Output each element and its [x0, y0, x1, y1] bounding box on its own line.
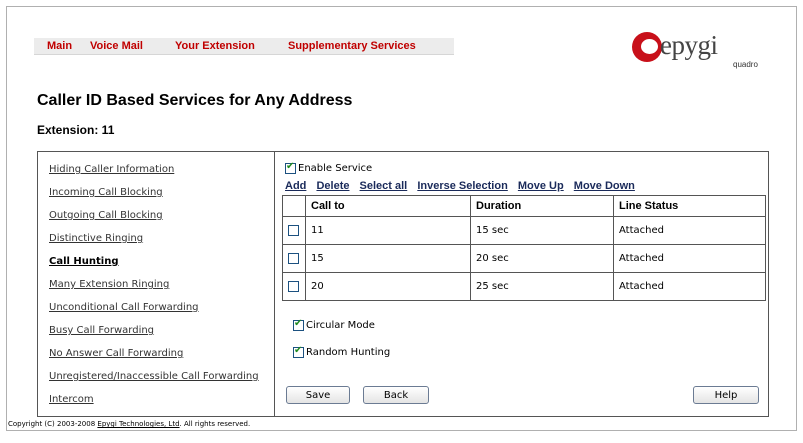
call-to-cell: 11: [305, 216, 471, 245]
top-nav: Main Voice Mail Your Extension Supplemen…: [34, 38, 454, 55]
main-panel: Hiding Caller Information Incoming Call …: [37, 151, 769, 417]
sidebar-item-hiding-caller-information[interactable]: Hiding Caller Information: [49, 164, 174, 175]
duration-cell: 20 sec: [470, 244, 614, 273]
sidebar-item-call-hunting[interactable]: Call Hunting: [49, 256, 119, 267]
sidebar-item-many-extension-ringing[interactable]: Many Extension Ringing: [49, 279, 169, 290]
help-button[interactable]: Help: [693, 386, 759, 404]
delete-link[interactable]: Delete: [316, 180, 349, 192]
row-select-cell: [282, 272, 306, 301]
table-header-row: Call to Duration Line Status: [282, 195, 766, 217]
sidebar-item-no-answer-call-forwarding[interactable]: No Answer Call Forwarding: [49, 348, 183, 359]
row-select-cell: [282, 244, 306, 273]
table-row: 15 20 sec Attached: [282, 244, 766, 273]
duration-header: Duration: [470, 195, 614, 217]
enable-service-checkbox[interactable]: [285, 161, 296, 174]
footer-suffix: . All rights reserved.: [179, 420, 251, 428]
footer-company-link[interactable]: Epygi Technologies, Ltd: [97, 420, 179, 428]
logo-text: epygi: [660, 30, 718, 60]
extension-label: Extension: 11: [37, 123, 115, 137]
save-button[interactable]: Save: [286, 386, 350, 404]
call-to-header: Call to: [305, 195, 471, 217]
line-status-cell: Attached: [613, 272, 766, 301]
footer-prefix: Copyright (C) 2003-2008: [8, 420, 98, 428]
circular-mode-label: Circular Mode: [306, 320, 375, 331]
logo-subtext: quadro: [733, 60, 758, 69]
epygi-logo: epygi quadro: [632, 30, 762, 72]
move-down-link[interactable]: Move Down: [574, 180, 635, 192]
sidebar: Hiding Caller Information Incoming Call …: [38, 152, 275, 416]
line-status-cell: Attached: [613, 216, 766, 245]
random-hunting-checkbox[interactable]: [293, 345, 304, 358]
nav-your-extension[interactable]: Your Extension: [175, 40, 255, 52]
hunting-table: Call to Duration Line Status 11 15 sec A…: [282, 195, 766, 301]
sidebar-item-unregistered-call-forwarding[interactable]: Unregistered/Inaccessible Call Forwardin…: [49, 371, 259, 382]
circular-mode-checkbox[interactable]: [293, 318, 304, 331]
row-select-cell: [282, 216, 306, 245]
copyright-footer: Copyright (C) 2003-2008 Epygi Technologi…: [8, 420, 250, 428]
move-up-link[interactable]: Move Up: [518, 180, 564, 192]
sidebar-item-distinctive-ringing[interactable]: Distinctive Ringing: [49, 233, 143, 244]
nav-voice-mail[interactable]: Voice Mail: [90, 40, 143, 52]
random-hunting-label: Random Hunting: [306, 347, 391, 358]
add-link[interactable]: Add: [285, 180, 306, 192]
inverse-selection-link[interactable]: Inverse Selection: [417, 180, 508, 192]
duration-cell: 15 sec: [470, 216, 614, 245]
call-to-cell: 20: [305, 272, 471, 301]
call-to-cell: 15: [305, 244, 471, 273]
table-row: 11 15 sec Attached: [282, 216, 766, 245]
action-links: Add Delete Select all Inverse Selection …: [285, 180, 642, 192]
page-title: Caller ID Based Services for Any Address: [37, 92, 353, 109]
sidebar-item-unconditional-call-forwarding[interactable]: Unconditional Call Forwarding: [49, 302, 199, 313]
row-checkbox[interactable]: [288, 281, 299, 292]
row-checkbox[interactable]: [288, 225, 299, 236]
row-checkbox[interactable]: [288, 253, 299, 264]
line-status-header: Line Status: [613, 195, 766, 217]
duration-cell: 25 sec: [470, 272, 614, 301]
logo-mark-icon: [632, 32, 662, 62]
table-row: 20 25 sec Attached: [282, 272, 766, 301]
enable-service-label: Enable Service: [298, 163, 373, 174]
nav-supplementary-services[interactable]: Supplementary Services: [288, 40, 416, 52]
sidebar-item-busy-call-forwarding[interactable]: Busy Call Forwarding: [49, 325, 154, 336]
line-status-cell: Attached: [613, 244, 766, 273]
sidebar-item-intercom[interactable]: Intercom: [49, 394, 94, 405]
sidebar-item-incoming-call-blocking[interactable]: Incoming Call Blocking: [49, 187, 163, 198]
content-area: Enable Service Add Delete Select all Inv…: [276, 152, 768, 416]
back-button[interactable]: Back: [363, 386, 429, 404]
nav-main[interactable]: Main: [47, 40, 72, 52]
sidebar-item-outgoing-call-blocking[interactable]: Outgoing Call Blocking: [49, 210, 163, 221]
select-header: [282, 195, 306, 217]
select-all-link[interactable]: Select all: [360, 180, 408, 192]
